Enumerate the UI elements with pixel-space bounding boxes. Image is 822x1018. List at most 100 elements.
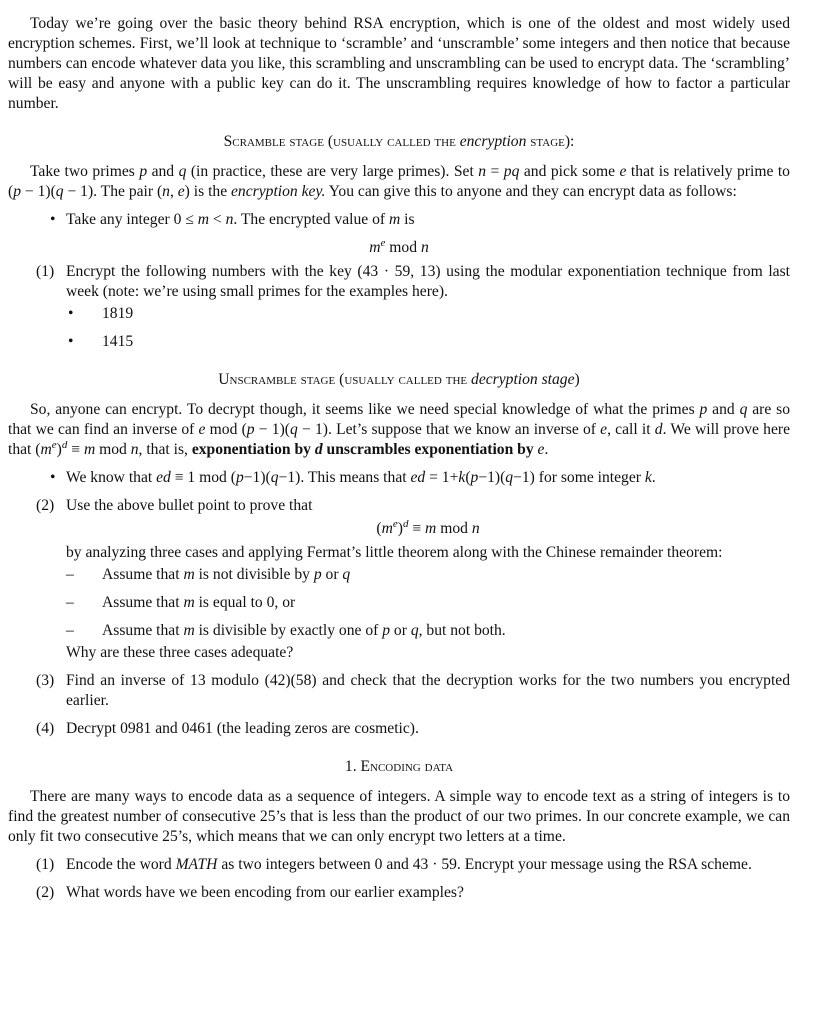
- text-run: You can give this to anyone and they can…: [325, 183, 737, 200]
- text-run: What words have we been encoding from ou…: [66, 884, 464, 901]
- text-run: ) is the: [184, 183, 232, 200]
- text-run: m: [40, 441, 52, 458]
- text-run: p: [139, 163, 148, 180]
- text-run: m: [197, 211, 209, 228]
- text-run: d: [314, 441, 323, 458]
- text-run: Take any integer 0 ≤: [66, 211, 198, 228]
- text-run: n: [478, 163, 487, 180]
- text-run: m: [369, 239, 381, 256]
- dash-marker: –: [66, 622, 74, 639]
- paragraph: There are many ways to encode data as a …: [8, 787, 790, 847]
- text-run: . The encrypted value of: [233, 211, 389, 228]
- text-run: =: [486, 163, 504, 180]
- list: (2) Use the above bullet point to prove t…: [8, 496, 790, 739]
- display-equation: (me)d ≡ m mod n: [66, 519, 790, 539]
- dash-marker: –: [66, 566, 74, 583]
- text-run: or: [321, 566, 343, 583]
- list: (1) Encrypt the following numbers with th…: [8, 262, 790, 352]
- text-run: m: [83, 441, 96, 458]
- text-run: −1)(: [243, 469, 271, 486]
- item-text: 1819: [102, 304, 790, 324]
- text-run: n: [162, 183, 170, 200]
- text-run: is not divisible by: [194, 566, 314, 583]
- text-run: ed: [156, 469, 171, 486]
- text-run: stage):: [526, 133, 575, 150]
- item-number: (1): [36, 263, 55, 280]
- text-run: mod (: [205, 421, 247, 438]
- item-number: (2): [36, 884, 55, 901]
- section-heading: Unscramble stage (usually called the dec…: [8, 370, 790, 390]
- paragraph: Today we’re going over the basic theory …: [8, 14, 790, 114]
- paragraph: So, anyone can encrypt. To decrypt thoug…: [8, 400, 790, 460]
- text-run: Assume that: [102, 594, 184, 611]
- text-run: or: [390, 622, 411, 639]
- text-run: −1)(: [478, 469, 506, 486]
- text-run: MATH: [175, 856, 218, 873]
- text-run: Scramble stage (usually called the: [223, 133, 460, 150]
- dash-item: – Assume that m is not divisible by p or …: [44, 565, 790, 585]
- numbered-item: (1) Encrypt the following numbers with th…: [8, 262, 790, 352]
- text-run: unscrambles exponentiation by: [322, 441, 538, 458]
- text-run: m: [381, 520, 393, 537]
- text-run: Take two primes: [30, 163, 140, 180]
- text-run: q: [410, 622, 419, 639]
- text-run: p: [382, 622, 391, 639]
- bullet-marker: •: [50, 211, 56, 228]
- text-run: m: [183, 594, 195, 611]
- text-run: decryption stage: [471, 371, 575, 388]
- bullet-marker: •: [68, 333, 74, 350]
- text-run: q: [505, 469, 514, 486]
- text-run: p: [235, 469, 244, 486]
- text-run: 1.: [344, 758, 361, 775]
- numbered-item: (1) Encode the word MATH as two integers …: [8, 855, 790, 875]
- text-run: Unscramble stage (usually called the: [218, 371, 472, 388]
- text-run: , that is,: [138, 441, 192, 458]
- text-run: , call it: [607, 421, 655, 438]
- text-run: Encrypt the following numbers with the k…: [66, 263, 790, 300]
- text-run: e: [177, 183, 185, 200]
- text-run: q: [55, 183, 64, 200]
- text-run: is divisible by exactly one of: [194, 622, 383, 639]
- text-run: p: [313, 566, 322, 583]
- text-run: ,: [169, 183, 178, 200]
- item-text: 1415: [102, 332, 790, 352]
- text-run: by analyzing three cases and applying Fe…: [66, 544, 723, 561]
- text-run: There are many ways to encode data as a …: [8, 788, 790, 845]
- text-run: m: [183, 622, 195, 639]
- list: • Take any integer 0 ≤ m < n. The encrypt…: [8, 210, 790, 230]
- bullet-item: • Take any integer 0 ≤ m < n. The encrypt…: [8, 210, 790, 230]
- text-run: and pick some: [519, 163, 620, 180]
- text-run: (in practice, these are very large prime…: [186, 163, 479, 180]
- text-run: 1819: [102, 305, 134, 322]
- text-run: .: [651, 469, 656, 486]
- text-run: n: [130, 441, 139, 458]
- text-run: q: [342, 566, 351, 583]
- item-text: Find an inverse of 13 modulo (42)(58) an…: [66, 671, 790, 711]
- text-run: q: [270, 469, 279, 486]
- text-run: mod: [95, 441, 131, 458]
- item-text: Take any integer 0 ≤ m < n. The encrypte…: [66, 210, 790, 230]
- text-run: p: [246, 421, 255, 438]
- item-text: Use the above bullet point to prove that: [66, 496, 790, 516]
- text-run: is equal to 0, or: [194, 594, 296, 611]
- text-run: <: [209, 211, 226, 228]
- text-run: Why are these three cases adequate?: [66, 644, 294, 661]
- item-number: (3): [36, 672, 55, 689]
- item-text: Why are these three cases adequate?: [66, 643, 790, 663]
- bullet-item: • We know that ed ≡ 1 mod (p−1)(q−1). Thi…: [8, 468, 790, 488]
- text-run: pq: [503, 163, 520, 180]
- item-number: (1): [36, 856, 55, 873]
- text-run: d: [654, 421, 663, 438]
- document-page: Today we’re going over the basic theory …: [8, 14, 790, 911]
- bullet-item: • 1819: [44, 304, 790, 324]
- dash-item: – Assume that m is equal to 0, or: [44, 593, 790, 613]
- text-run: is: [400, 211, 415, 228]
- text-run: encryption: [459, 133, 527, 150]
- dash-item: – Assume that m is divisible by exactly o…: [44, 621, 790, 641]
- numbered-item: (2) What words have we been encoding from…: [8, 883, 790, 903]
- item-text: Decrypt 0981 and 0461 (the leading zeros…: [66, 719, 790, 739]
- text-run: exponentiation by: [191, 441, 315, 458]
- item-text: Assume that m is not divisible by p or q: [102, 565, 790, 585]
- text-run: , but not both.: [418, 622, 506, 639]
- text-run: = 1+: [425, 469, 459, 486]
